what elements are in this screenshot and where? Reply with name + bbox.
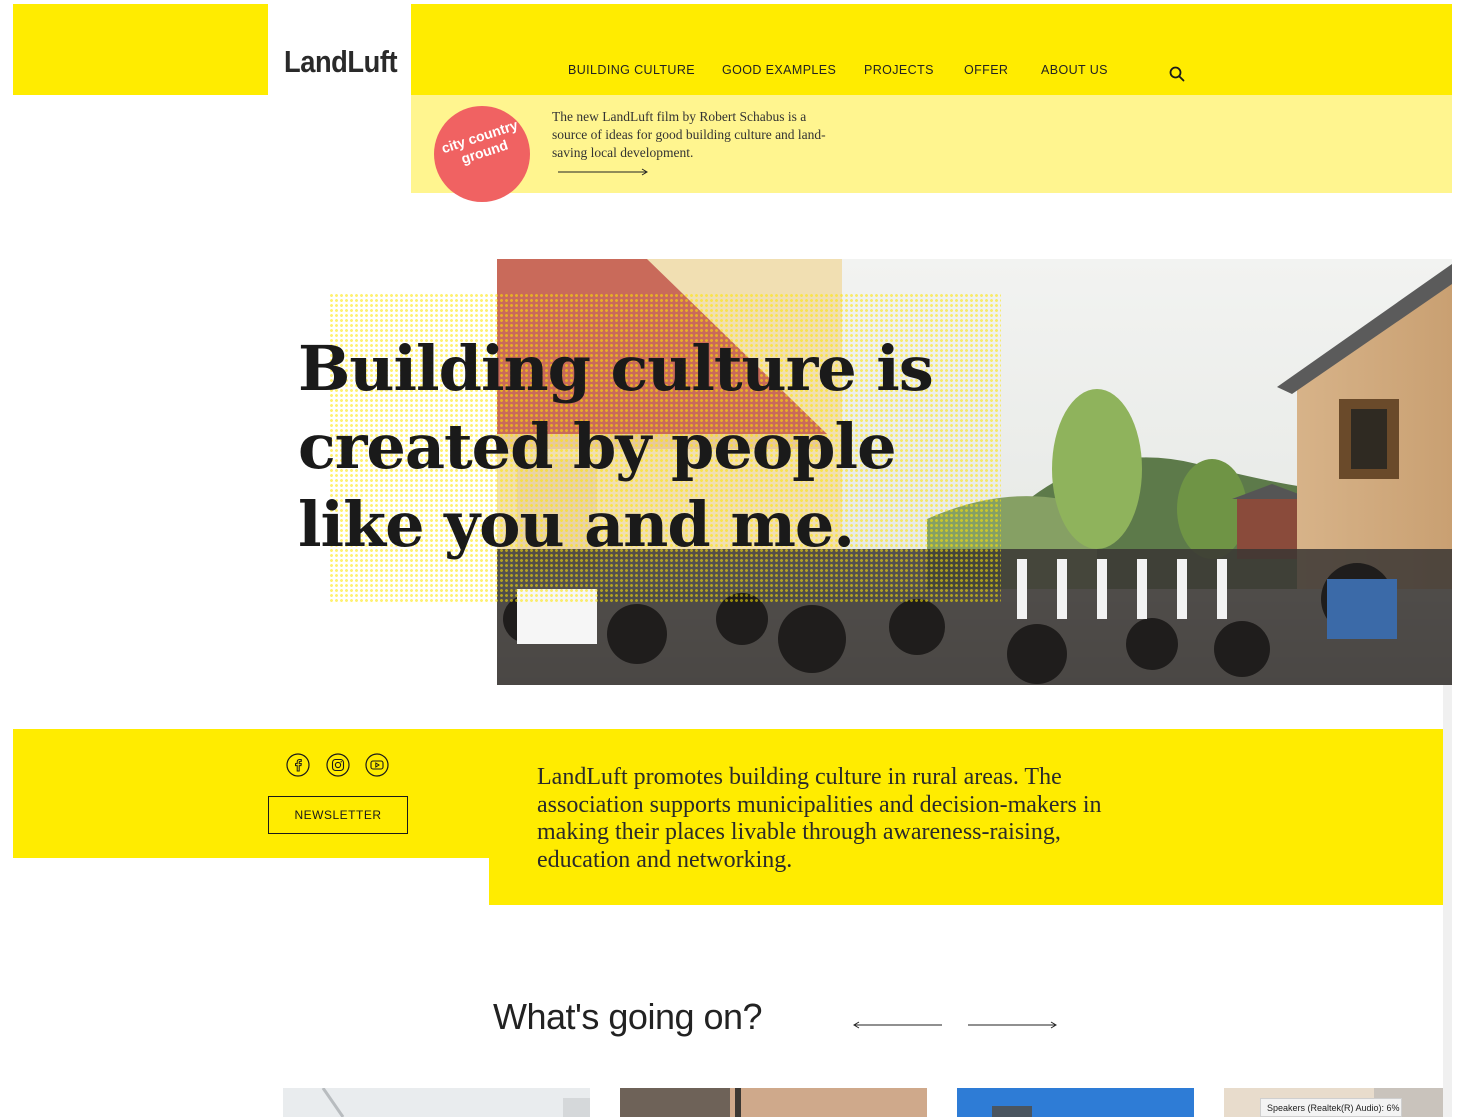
hero-title: Building culture is created by people li… [298,330,998,564]
hero-title-line-2: created by people [298,410,897,483]
arrow-right-icon[interactable] [966,1019,1058,1031]
promo-text: The new LandLuft film by Robert Schabus … [552,109,826,160]
hero-title-line-3: like you and me. [298,488,855,561]
youtube-icon[interactable] [365,753,389,777]
system-tooltip: Speakers (Realtek(R) Audio): 6% [1260,1098,1402,1117]
news-card[interactable] [620,1088,927,1117]
arrow-left-icon[interactable] [852,1019,944,1031]
about-text: LandLuft promotes building culture in ru… [537,764,1102,873]
facebook-icon[interactable] [286,753,310,777]
instagram-icon[interactable] [326,753,350,777]
news-card[interactable] [283,1088,590,1117]
scrollbar-track[interactable] [1443,685,1452,1117]
news-card[interactable] [957,1088,1194,1117]
search-icon[interactable] [1168,65,1186,83]
newsletter-button[interactable]: NEWSLETTER [268,796,408,834]
nav-projects[interactable]: PROJECTS [864,63,934,77]
nav-good-examples[interactable]: GOOD EXAMPLES [722,63,836,77]
arrow-right-icon[interactable] [558,167,650,177]
hero-title-line-1: Building culture is [298,332,934,405]
news-section-title: What's going on? [493,996,763,1037]
header-left-block [13,4,268,95]
about-band-left [13,729,489,858]
nav-about-us[interactable]: ABOUT US [1041,63,1108,77]
nav-building-culture[interactable]: BUILDING CULTURE [568,63,695,77]
site-logo[interactable]: LandLuft [284,44,398,80]
nav-offer[interactable]: OFFER [964,63,1008,77]
header-nav-bar [411,4,1452,95]
